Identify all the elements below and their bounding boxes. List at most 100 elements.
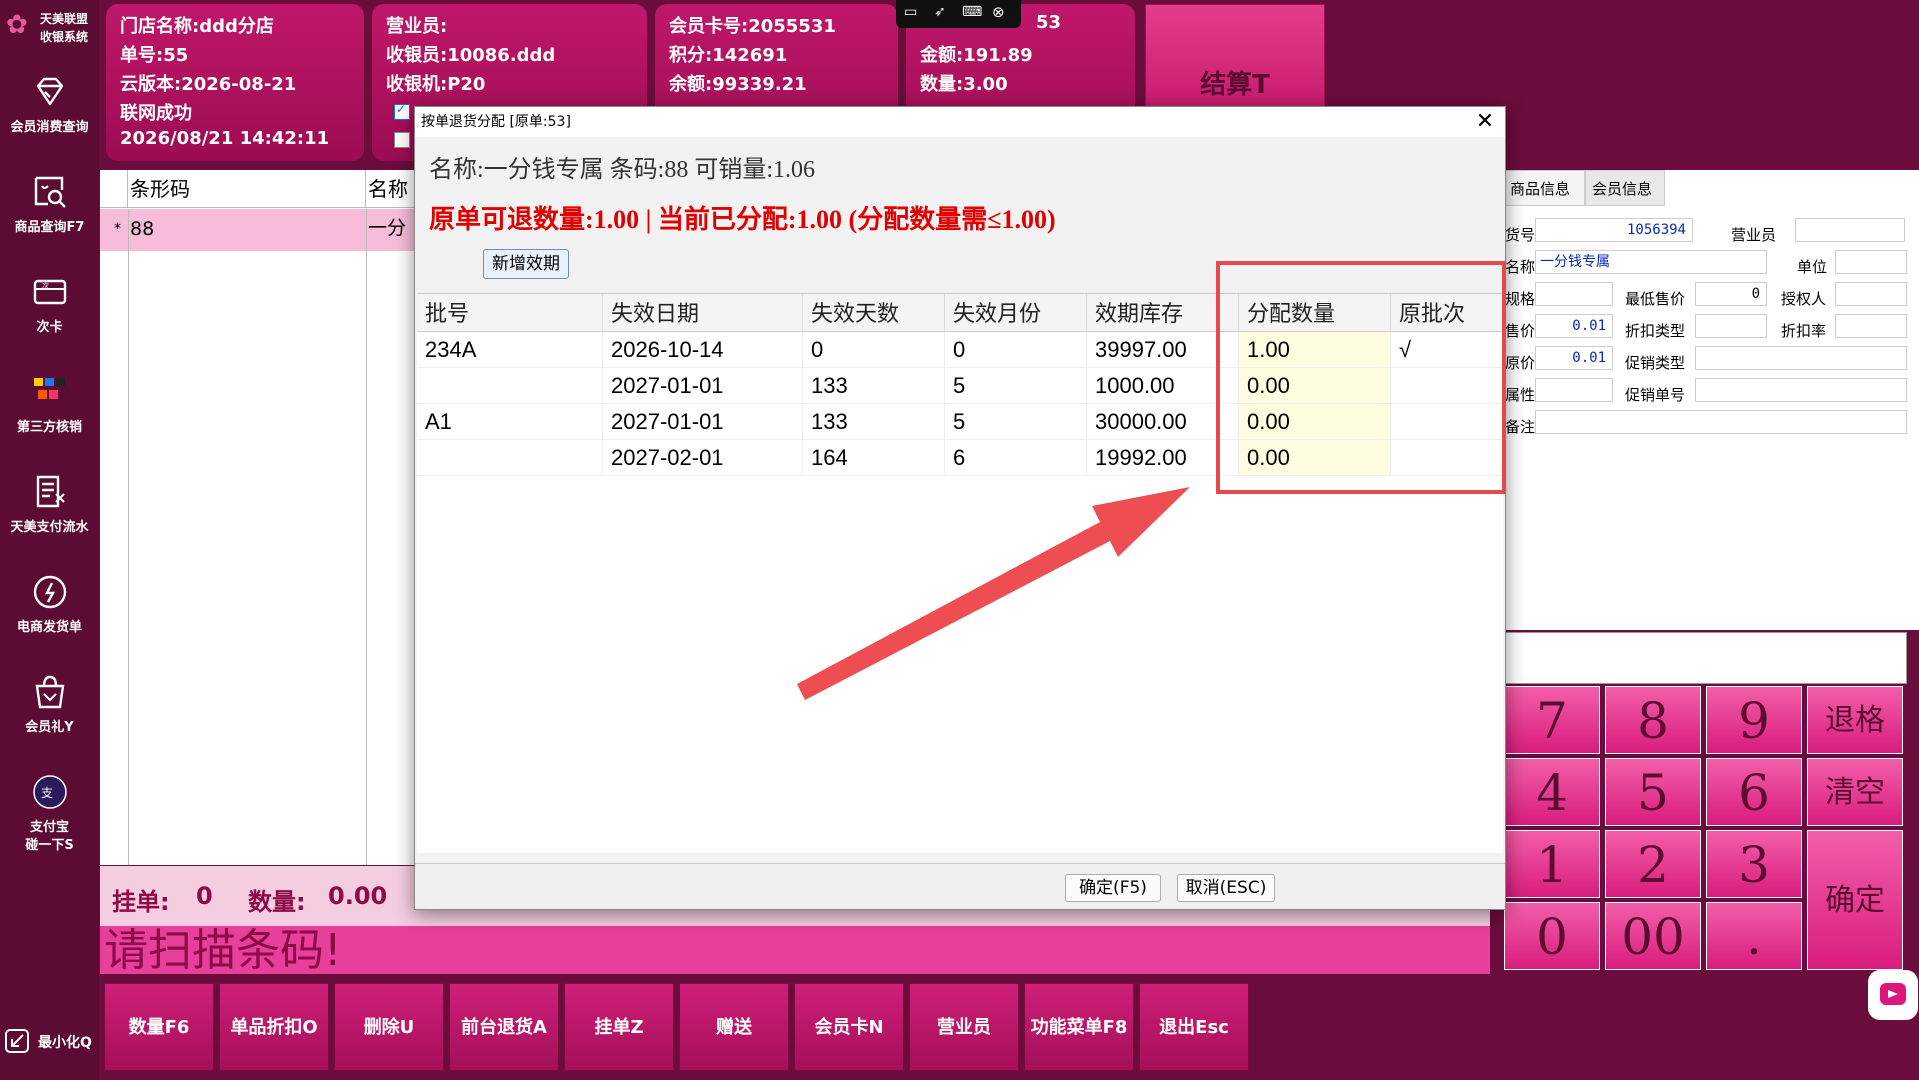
remark-field[interactable]	[1535, 410, 1907, 434]
attribute-field[interactable]	[1535, 378, 1613, 402]
close-circle-icon[interactable]: ⊗	[992, 3, 1005, 21]
cancel-button[interactable]: 取消(ESC)	[1177, 874, 1275, 902]
cell-expiry-date: 2026-10-14	[603, 332, 803, 368]
row-name: 一分	[368, 217, 407, 239]
authorizer-label: 授权人	[1781, 290, 1827, 308]
sidebar-item-alipay-tap[interactable]: 支 支付宝 碰一下S	[0, 762, 99, 872]
member-card-button[interactable]: 会员卡N	[794, 983, 904, 1071]
grid-divider	[128, 209, 129, 865]
minimize-button[interactable]: 最小化Q	[0, 1012, 99, 1068]
sidebar-item-label: 次卡	[36, 320, 63, 335]
cell-expiry-date: 2027-02-01	[603, 440, 803, 476]
key-9[interactable]: 9	[1706, 686, 1802, 754]
keypad-input[interactable]	[1505, 632, 1907, 684]
quantity-button[interactable]: 数量F6	[104, 983, 214, 1071]
pointer-icon[interactable]: ➶	[934, 4, 946, 20]
key-confirm[interactable]: 确定	[1807, 830, 1903, 970]
confirm-button[interactable]: 确定(F5)	[1065, 874, 1161, 902]
key-6[interactable]: 6	[1706, 758, 1802, 826]
sidebar-item-third-party[interactable]: 第三方核销	[0, 362, 99, 458]
order-number: 单号:55	[120, 45, 189, 66]
name-field[interactable]: 一分钱专属	[1535, 250, 1767, 274]
salesman-field[interactable]	[1795, 218, 1905, 242]
name-label: 名称	[1505, 258, 1536, 276]
row-marker: *	[114, 221, 121, 237]
key-1[interactable]: 1	[1504, 830, 1600, 898]
min-price-field[interactable]: 0	[1695, 282, 1767, 306]
tab-member-info[interactable]: 会员信息	[1585, 170, 1665, 206]
close-icon[interactable]: ✕	[1465, 107, 1505, 137]
sidebar-item-label: 电商发货单	[16, 620, 82, 635]
sidebar-item-product-query[interactable]: 商品查询F7	[0, 162, 99, 258]
option-checkbox-2[interactable]	[394, 132, 410, 148]
sidebar-item-member-gift[interactable]: 会员礼Y	[0, 662, 99, 758]
discount-type-field[interactable]	[1695, 314, 1767, 338]
cell-expiry-months: 5	[945, 404, 1087, 440]
col-header-expiry-days[interactable]: 失效天数	[803, 294, 945, 332]
sale-price-field[interactable]: 0.01	[1535, 314, 1613, 338]
quantity-label: 数量:	[248, 888, 306, 916]
minimize-label: 最小化Q	[38, 1035, 92, 1051]
key-backspace[interactable]: 退格	[1807, 686, 1903, 754]
grid-corner	[100, 170, 128, 208]
key-4[interactable]: 4	[1504, 758, 1600, 826]
member-card-number: 会员卡号:2055531	[669, 16, 836, 37]
promo-type-field[interactable]	[1695, 346, 1907, 370]
product-search-icon	[34, 176, 66, 208]
chat-widget-button[interactable]	[1868, 970, 1918, 1020]
key-clear[interactable]: 清空	[1807, 758, 1903, 826]
attribute-label: 属性	[1505, 386, 1536, 404]
cell-expiry-days: 133	[803, 368, 945, 404]
scan-prompt[interactable]: 请扫描条码!	[100, 926, 1490, 976]
key-00[interactable]: 00	[1605, 902, 1701, 970]
total-quantity: 数量:3.00	[920, 74, 1008, 95]
hold-order-button[interactable]: 挂单Z	[564, 983, 674, 1071]
keyboard-icon[interactable]: ⌨	[962, 4, 982, 20]
delete-button[interactable]: 删除U	[334, 983, 444, 1071]
option-checkbox-1[interactable]: ✓	[394, 102, 410, 120]
svg-text:次: 次	[42, 281, 49, 290]
key-3[interactable]: 3	[1706, 830, 1802, 898]
grid-header-barcode[interactable]: 条形码	[128, 170, 366, 208]
settle-button[interactable]: 结算T	[1145, 4, 1325, 109]
pending-label: 挂单:	[112, 888, 170, 916]
cell-expiry-date: 2027-01-01	[603, 404, 803, 440]
cell-expiry-months: 6	[945, 440, 1087, 476]
col-header-expiry-months[interactable]: 失效月份	[945, 294, 1087, 332]
sidebar-item-times-card[interactable]: 次 次卡	[0, 262, 99, 358]
tab-product-info[interactable]: 商品信息	[1505, 170, 1585, 206]
sidebar-item-member-query[interactable]: 会员消费查询	[0, 62, 99, 158]
sidebar-item-ecommerce[interactable]: 电商发货单	[0, 562, 99, 658]
cell-expiry-months: 5	[945, 368, 1087, 404]
gift-button[interactable]: 赠送	[679, 983, 789, 1071]
sidebar-item-pay-flow[interactable]: 天美支付流水	[0, 462, 99, 558]
col-header-expiry-date[interactable]: 失效日期	[603, 294, 803, 332]
key-7[interactable]: 7	[1504, 686, 1600, 754]
authorizer-field[interactable]	[1835, 282, 1907, 306]
function-menu-button[interactable]: 功能菜单F8	[1024, 983, 1134, 1071]
window-controls[interactable]: ▭ ➶ ⌨ ⊗	[896, 0, 1021, 28]
col-header-batch[interactable]: 批号	[417, 294, 603, 332]
discount-rate-field[interactable]	[1835, 314, 1907, 338]
sidebar-item-label: 会员礼Y	[25, 720, 74, 735]
spec-field[interactable]	[1535, 282, 1613, 306]
key-dot[interactable]: .	[1706, 902, 1802, 970]
key-5[interactable]: 5	[1605, 758, 1701, 826]
key-8[interactable]: 8	[1605, 686, 1701, 754]
key-2[interactable]: 2	[1605, 830, 1701, 898]
promo-number-field[interactable]	[1695, 378, 1907, 402]
salesperson-button[interactable]: 营业员	[909, 983, 1019, 1071]
promo-type-label: 促销类型	[1625, 354, 1686, 372]
item-discount-button[interactable]: 单品折扣O	[219, 983, 329, 1071]
highlight-box	[1216, 261, 1506, 494]
orig-price-field[interactable]: 0.01	[1535, 346, 1613, 370]
key-0[interactable]: 0	[1504, 902, 1600, 970]
screen-icon[interactable]: ▭	[904, 4, 917, 20]
code-field[interactable]: 1056394	[1535, 218, 1693, 242]
exit-button[interactable]: 退出Esc	[1139, 983, 1249, 1071]
member-balance: 余额:99339.21	[669, 74, 807, 95]
grid-divider	[366, 209, 367, 865]
front-return-button[interactable]: 前台退货A	[449, 983, 559, 1071]
add-expiry-button[interactable]: 新增效期	[483, 249, 569, 279]
unit-field[interactable]	[1835, 250, 1907, 274]
